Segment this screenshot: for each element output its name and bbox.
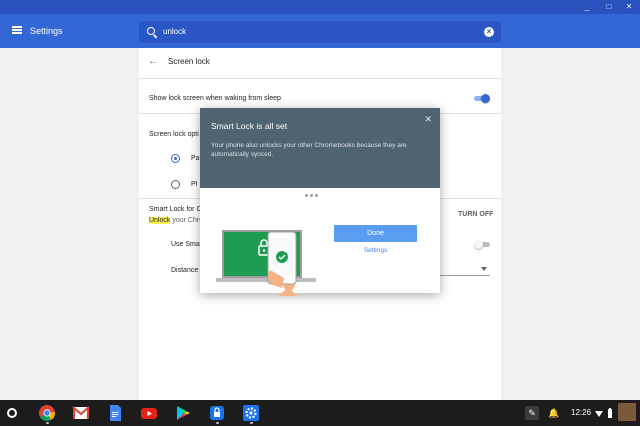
page-dot [305,194,308,197]
smart-lock-label: Smart Lock for C [149,206,202,213]
play-store-icon[interactable] [174,404,192,422]
close-window-button[interactable]: ✕ [624,2,634,12]
pin-radio[interactable] [171,180,180,189]
dialog-close-icon[interactable]: ✕ [424,114,432,124]
turn-off-button[interactable]: TURN OFF [458,210,493,219]
password-option-label: Pa [191,155,200,162]
header-title: Settings [30,26,63,36]
use-smart-lock-label: Use Smar [171,241,203,248]
use-smart-lock-toggle[interactable] [474,240,490,249]
dialog-body-text: Your phone also unlocks your other Chrom… [211,142,407,158]
smart-lock-illustration [216,230,316,296]
docs-icon[interactable] [106,404,124,422]
show-lock-screen-label: Show lock screen when waking from sleep [149,95,281,102]
running-indicator [216,422,219,424]
launcher-icon[interactable] [7,408,17,418]
maximize-button[interactable]: □ [604,2,614,12]
search-highlight: Unlock [149,217,171,224]
search-icon [147,27,155,35]
settings-icon[interactable] [242,404,260,422]
back-arrow-icon[interactable]: ← [148,57,158,67]
hamburger-menu-icon[interactable] [12,26,22,34]
page-dot [310,194,313,197]
chrome-icon[interactable] [38,404,56,422]
pin-option-label: PI [191,181,198,188]
dialog-header: Smart Lock is all set ✕ Your phone also … [200,108,440,188]
gmail-icon[interactable] [72,404,90,422]
battery-icon[interactable] [606,406,614,420]
system-shelf: ✎ 🔔 12:26 [0,400,640,426]
clock[interactable]: 12:26 [571,407,591,419]
smart-lock-icon[interactable] [208,404,226,422]
minimize-button[interactable]: _ [582,2,592,12]
wifi-icon[interactable] [594,406,604,420]
avatar[interactable] [618,403,636,421]
dialog-title: Smart Lock is all set [211,121,288,131]
show-lock-screen-toggle[interactable] [474,94,490,103]
done-button[interactable]: Done [334,225,417,242]
notification-bell-icon[interactable]: 🔔 [547,406,561,420]
password-radio[interactable] [171,154,180,163]
stylus-icon[interactable]: ✎ [525,406,539,420]
youtube-icon[interactable] [140,404,158,422]
search-input[interactable]: unlock [163,26,186,37]
pagination-dots [305,194,335,198]
chevron-down-icon[interactable] [481,267,487,271]
page-title: Screen lock [168,57,210,66]
smart-lock-dialog: Smart Lock is all set ✕ Your phone also … [200,108,440,296]
running-indicator [250,422,253,424]
page-dot [315,194,318,197]
running-indicator [46,422,49,424]
clear-search-icon[interactable]: × [484,27,494,37]
search-box[interactable]: unlock × [139,21,501,43]
distance-label: Distance [171,267,199,274]
settings-header: Settings unlock × [0,14,640,48]
divider [139,78,501,79]
screen-lock-options-label: Screen lock opti [149,131,199,138]
window-titlebar: _ □ ✕ [0,0,640,14]
settings-link[interactable]: Settings [334,246,417,255]
